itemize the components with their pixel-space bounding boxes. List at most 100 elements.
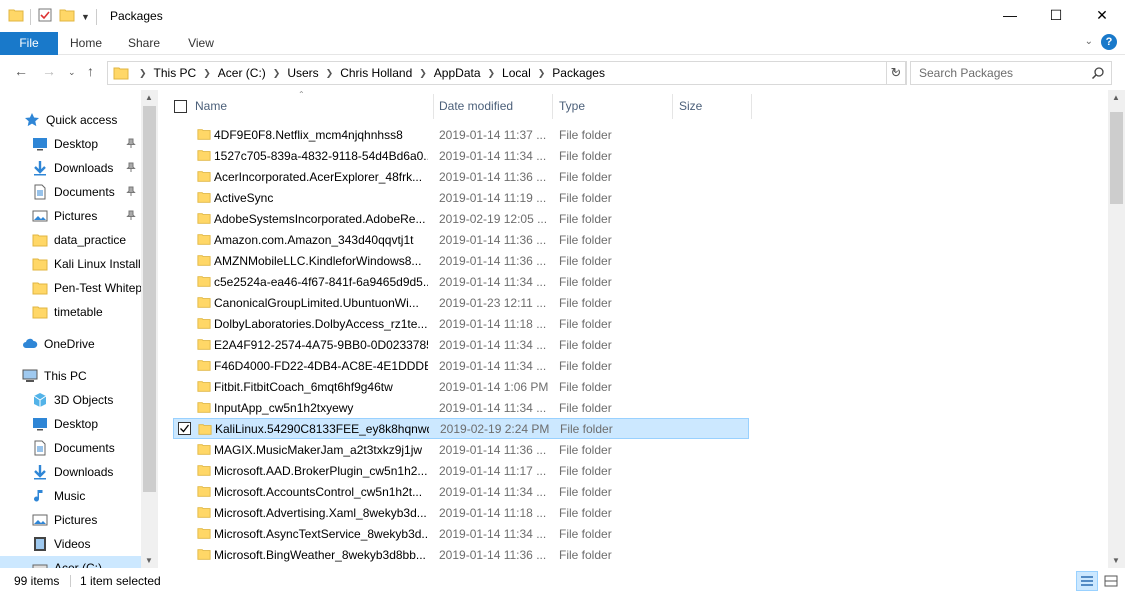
breadcrumb-item[interactable]: Chris Holland	[337, 66, 415, 80]
help-icon[interactable]: ?	[1101, 34, 1117, 50]
table-row[interactable]: AMZNMobileLLC.KindleforWindows8... 2019-0…	[173, 250, 749, 271]
sidebar-item-desktop[interactable]: Desktop	[0, 132, 141, 156]
column-header-size[interactable]: Size	[679, 94, 751, 119]
sidebar-item-documents[interactable]: Documents	[0, 436, 141, 460]
downloads-icon	[32, 160, 48, 176]
sidebar-item-desktop[interactable]: Desktop	[0, 412, 141, 436]
table-row[interactable]: Fitbit.FitbitCoach_6mqt6hf9g46tw 2019-01-…	[173, 376, 749, 397]
column-header-name[interactable]: Name	[195, 94, 433, 119]
address-bar[interactable]: ❯ This PC ❯ Acer (C:) ❯ Users ❯ Chris Ho…	[107, 61, 907, 85]
table-row[interactable]: Amazon.com.Amazon_343d40qqvtj1t 2019-01-1…	[173, 229, 749, 250]
column-divider[interactable]	[672, 94, 673, 119]
breadcrumb-item[interactable]: This PC	[151, 66, 200, 80]
file-type: File folder	[559, 190, 612, 205]
table-row[interactable]: 1527c705-839a-4832-9118-54d4Bd6a0... 2019…	[173, 145, 749, 166]
up-arrow-icon[interactable]: ↑	[87, 63, 94, 79]
recent-locations-icon[interactable]: ⌄	[68, 67, 76, 78]
file-list-scroll-thumb[interactable]	[1110, 112, 1123, 204]
table-row[interactable]: F46D4000-FD22-4DB4-AC8E-4E1DDDE... 2019-0…	[173, 355, 749, 376]
column-divider[interactable]	[433, 94, 434, 119]
column-header-date[interactable]: Date modified	[439, 94, 552, 119]
scroll-down-icon[interactable]: ▼	[1112, 556, 1120, 565]
tab-share[interactable]: Share	[116, 32, 172, 55]
sidebar-item-3d-objects[interactable]: 3D Objects	[0, 388, 141, 412]
sidebar-item-videos[interactable]: Videos	[0, 532, 141, 556]
sidebar-item-pictures[interactable]: Pictures	[0, 508, 141, 532]
table-row[interactable]: DolbyLaboratories.DolbyAccess_rz1te... 20…	[173, 313, 749, 334]
column-divider[interactable]	[751, 94, 752, 119]
customize-toolbar-icon[interactable]: ▼	[81, 12, 90, 22]
select-all-checkbox[interactable]	[174, 100, 187, 113]
tab-file[interactable]: File	[0, 32, 58, 55]
table-row[interactable]: KaliLinux.54290C8133FEE_ey8k8hqnwq... 201…	[173, 418, 749, 439]
sidebar-item-kali-linux-install[interactable]: Kali Linux Install	[0, 252, 141, 276]
table-row[interactable]: CanonicalGroupLimited.UbuntuonWi... 2019-…	[173, 292, 749, 313]
table-row[interactable]: InputApp_cw5n1h2txyewy 2019-01-14 11:34 .…	[173, 397, 749, 418]
chevron-right-icon[interactable]: ❯	[415, 68, 431, 79]
table-row[interactable]: E2A4F912-2574-4A75-9BB0-0D0233785... 2019…	[173, 334, 749, 355]
chevron-right-icon[interactable]: ❯	[199, 68, 215, 79]
table-row[interactable]: ActiveSync 2019-01-14 11:19 ... File folde…	[173, 187, 749, 208]
expand-ribbon-icon[interactable]: ⌄	[1085, 36, 1093, 47]
sidebar-scrollbar[interactable]: ▲ ▼	[141, 90, 158, 568]
sidebar-item-music[interactable]: Music	[0, 484, 141, 508]
maximize-button[interactable]: ☐	[1033, 0, 1079, 30]
sidebar-item-pen-test-whitep[interactable]: Pen-Test Whitep	[0, 276, 141, 300]
sidebar-item-quick-access[interactable]: Quick access	[0, 108, 141, 132]
breadcrumb-item[interactable]: Users	[284, 66, 321, 80]
breadcrumb-item[interactable]: AppData	[431, 66, 484, 80]
sidebar-item-downloads[interactable]: Downloads	[0, 156, 141, 180]
sidebar-item-acer-c[interactable]: Acer (C:)	[0, 556, 141, 568]
details-view-button[interactable]	[1076, 571, 1098, 591]
table-row[interactable]: MAGIX.MusicMakerJam_a2t3txkz9j1jw 2019-01…	[173, 439, 749, 460]
table-row[interactable]: Microsoft.Advertising.Xaml_8wekyb3d... 20…	[173, 502, 749, 523]
column-divider[interactable]	[552, 94, 553, 119]
large-icons-view-button[interactable]	[1100, 571, 1122, 591]
chevron-right-icon[interactable]: ❯	[135, 68, 151, 79]
scroll-down-icon[interactable]: ▼	[145, 556, 153, 565]
search-icon[interactable]	[1091, 66, 1105, 83]
chevron-right-icon[interactable]: ❯	[534, 68, 550, 79]
sidebar-item-pictures[interactable]: Pictures	[0, 204, 141, 228]
table-row[interactable]: AdobeSystemsIncorporated.AdobeRe... 2019-…	[173, 208, 749, 229]
file-name: E2A4F912-2574-4A75-9BB0-0D0233785...	[214, 337, 428, 352]
table-row[interactable]: Microsoft.AAD.BrokerPlugin_cw5n1h2... 201…	[173, 460, 749, 481]
sidebar-item-this-pc[interactable]: This PC	[0, 364, 141, 388]
chevron-right-icon[interactable]: ❯	[484, 68, 500, 79]
folder-icon	[113, 65, 129, 81]
drive-icon	[32, 560, 48, 568]
table-row[interactable]: Microsoft.AsyncTextService_8wekyb3d... 20…	[173, 523, 749, 544]
forward-arrow-icon[interactable]: →	[42, 63, 56, 79]
column-header-type[interactable]: Type	[559, 94, 672, 119]
sidebar-item-timetable[interactable]: timetable	[0, 300, 141, 324]
file-list-scrollbar[interactable]: ▲ ▼	[1108, 90, 1125, 568]
tab-view[interactable]: View	[173, 32, 229, 55]
table-row[interactable]: 4DF9E0F8.Netflix_mcm4njqhnhss8 2019-01-14…	[173, 124, 749, 145]
chevron-right-icon[interactable]: ❯	[269, 68, 285, 79]
sidebar-item-downloads[interactable]: Downloads	[0, 460, 141, 484]
close-button[interactable]: ✕	[1079, 0, 1125, 30]
sidebar-item-onedrive[interactable]: OneDrive	[0, 332, 141, 356]
scroll-up-icon[interactable]: ▲	[145, 93, 153, 102]
sidebar-item-documents[interactable]: Documents	[0, 180, 141, 204]
breadcrumb-item[interactable]: Packages	[549, 66, 608, 80]
file-type: File folder	[559, 337, 612, 352]
row-checkbox[interactable]	[178, 422, 191, 435]
minimize-button[interactable]: —	[987, 0, 1033, 30]
table-row[interactable]: Microsoft.BingWeather_8wekyb3d8bb... 2019…	[173, 544, 749, 565]
sidebar-item-data-practice[interactable]: data_practice	[0, 228, 141, 252]
table-row[interactable]: AcerIncorporated.AcerExplorer_48frk... 20…	[173, 166, 749, 187]
refresh-icon[interactable]: ↻	[886, 61, 906, 85]
breadcrumb-item[interactable]: Local	[499, 66, 534, 80]
back-arrow-icon[interactable]: ←	[14, 63, 28, 79]
breadcrumb-item[interactable]: Acer (C:)	[215, 66, 269, 80]
table-row[interactable]: Microsoft.AccountsControl_cw5n1h2t... 201…	[173, 481, 749, 502]
chevron-right-icon[interactable]: ❯	[322, 68, 338, 79]
table-row[interactable]: c5e2524a-ea46-4f67-841f-6a9465d9d5... 201…	[173, 271, 749, 292]
new-folder-icon[interactable]	[59, 7, 75, 26]
tab-home[interactable]: Home	[58, 32, 114, 55]
search-input[interactable]	[911, 62, 1081, 84]
properties-icon[interactable]	[37, 7, 53, 26]
sidebar-scroll-thumb[interactable]	[143, 106, 156, 492]
scroll-up-icon[interactable]: ▲	[1112, 93, 1120, 102]
